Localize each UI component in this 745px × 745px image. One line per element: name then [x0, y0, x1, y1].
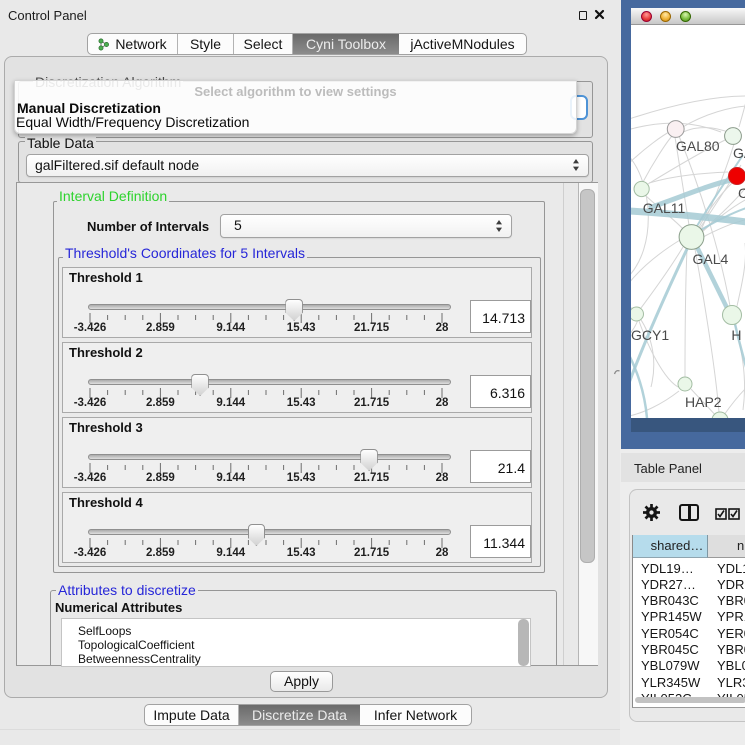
svg-text:GAL11: GAL11	[643, 200, 686, 216]
svg-text:GAL4: GAL4	[693, 251, 729, 267]
svg-text:H: H	[731, 327, 741, 343]
svg-text:GA: GA	[733, 145, 745, 161]
svg-text:GAL80: GAL80	[676, 138, 720, 154]
svg-text:C: C	[738, 185, 745, 201]
svg-text:HAP2: HAP2	[685, 394, 722, 410]
svg-text:GCY1: GCY1	[631, 327, 669, 343]
